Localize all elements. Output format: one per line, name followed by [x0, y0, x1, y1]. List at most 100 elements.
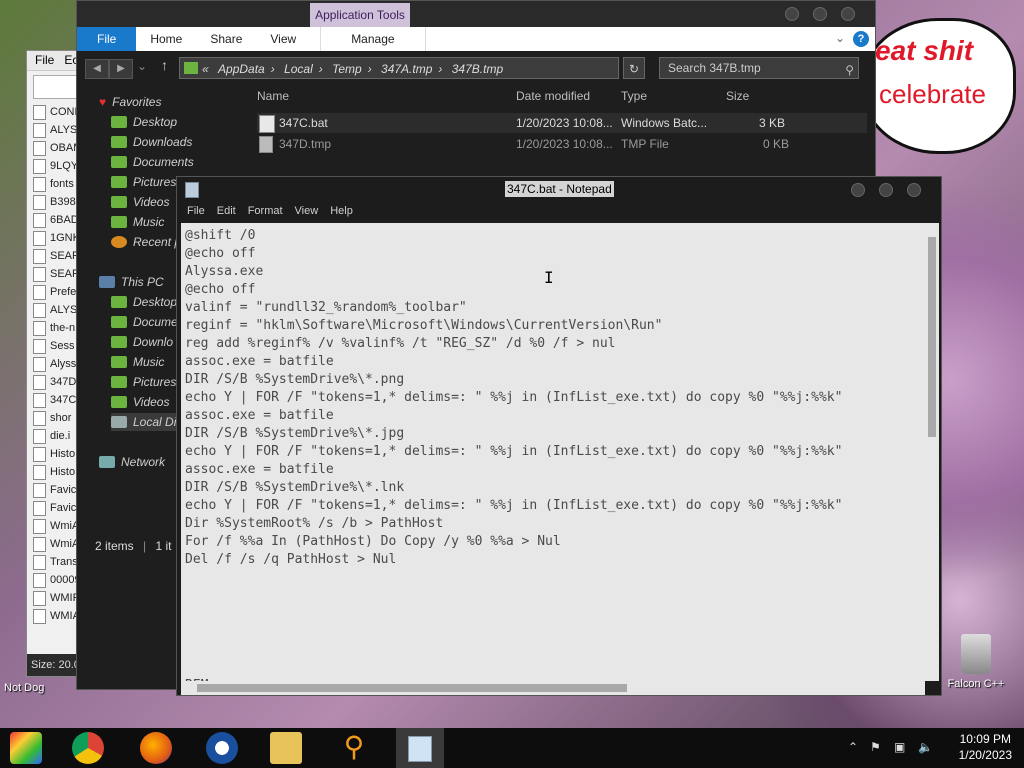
- text-editor[interactable]: @shift /0 @echo off Alyssa.exe @echo off…: [181, 223, 925, 681]
- volume-icon[interactable]: 🔈: [918, 740, 933, 754]
- file-icon: [33, 356, 46, 372]
- nav-pc-downloads[interactable]: Downlo: [111, 333, 173, 351]
- folder-icon: [184, 62, 198, 74]
- search-icon[interactable]: ⚲: [338, 732, 370, 764]
- file-icon: [33, 590, 46, 606]
- nav-videos[interactable]: Videos: [111, 193, 169, 211]
- notepad-taskbar-button[interactable]: [396, 728, 444, 768]
- nav-music[interactable]: Music: [111, 213, 164, 231]
- file-explorer-icon[interactable]: [270, 732, 302, 764]
- scroll-thumb[interactable]: [197, 684, 627, 692]
- menu-view[interactable]: View: [291, 201, 323, 221]
- menu-file[interactable]: File: [183, 201, 209, 221]
- explorer-status: 2 items | 1 it: [95, 539, 172, 553]
- breadcrumb-temp[interactable]: Temp: [332, 62, 362, 76]
- file-row[interactable]: 347D.tmp 1/20/2023 10:08... TMP File 0 K…: [257, 134, 867, 154]
- nav-documents[interactable]: Documents: [111, 153, 194, 171]
- nav-recent[interactable]: Recent p: [111, 233, 181, 251]
- vertical-scrollbar[interactable]: [925, 223, 939, 681]
- nav-pc-videos[interactable]: Videos: [111, 393, 169, 411]
- help-icon[interactable]: ?: [853, 31, 869, 47]
- nav-pc-pictures[interactable]: Pictures: [111, 373, 176, 391]
- search-input[interactable]: Search 347B.tmp ⚲: [659, 57, 859, 79]
- notepad-titlebar[interactable]: 347C.bat - Notepad: [177, 177, 941, 201]
- search-icon: ⚲: [845, 63, 854, 77]
- desktop-icon-falcon[interactable]: Falcon C++: [944, 634, 1008, 690]
- file-row[interactable]: 347C.bat 1/20/2023 10:08... Windows Batc…: [257, 113, 867, 133]
- menu-help[interactable]: Help: [326, 201, 357, 221]
- heart-icon: ♥: [99, 95, 107, 109]
- file-icon: [33, 446, 46, 462]
- refresh-button[interactable]: ↻: [623, 57, 645, 79]
- tab-home[interactable]: Home: [136, 27, 196, 51]
- close-button[interactable]: [841, 7, 855, 21]
- file-icon: [33, 392, 46, 408]
- forward-button[interactable]: ▶: [109, 59, 133, 79]
- desktop-icon: [111, 116, 127, 128]
- nav-favorites[interactable]: ♥ Favorites: [99, 93, 161, 111]
- back-button[interactable]: ◀: [85, 59, 109, 79]
- scroll-thumb[interactable]: [928, 237, 936, 437]
- notepad-icon: [185, 182, 199, 198]
- clock[interactable]: 10:09 PM 1/20/2023: [959, 731, 1012, 763]
- column-date[interactable]: Date modified: [516, 89, 590, 103]
- minimize-button[interactable]: [851, 183, 865, 197]
- downloads-icon: [111, 136, 127, 148]
- computer-icon: [99, 276, 115, 288]
- chevron-up-icon[interactable]: ⌃: [848, 740, 858, 754]
- pictures-icon: [111, 176, 127, 188]
- column-type[interactable]: Type: [621, 89, 647, 103]
- editor-content[interactable]: @shift /0 @echo off Alyssa.exe @echo off…: [181, 223, 925, 681]
- breadcrumb-appdata[interactable]: AppData: [218, 62, 265, 76]
- network-icon[interactable]: ▣: [894, 740, 905, 754]
- menu-edit[interactable]: Edit: [213, 201, 240, 221]
- minimize-button[interactable]: [785, 7, 799, 21]
- up-arrow-icon[interactable]: ↑: [161, 57, 168, 73]
- network-icon: [99, 456, 115, 468]
- desktop-icon: [111, 296, 127, 308]
- tab-view[interactable]: View: [256, 27, 310, 51]
- desktop-icon-not-dog[interactable]: Not Dog: [4, 682, 44, 694]
- nav-pc-music[interactable]: Music: [111, 353, 164, 371]
- nav-pc-desktop[interactable]: Desktop: [111, 293, 177, 311]
- breadcrumb-347a[interactable]: 347A.tmp: [381, 62, 432, 76]
- column-size[interactable]: Size: [726, 89, 749, 103]
- application-tools-label: Application Tools: [310, 3, 410, 27]
- tab-manage[interactable]: Manage: [320, 27, 426, 51]
- explorer-titlebar[interactable]: Application Tools: [77, 1, 875, 27]
- clock-time: 10:09 PM: [959, 732, 1011, 746]
- file-icon: [33, 104, 46, 120]
- breadcrumb-local[interactable]: Local: [284, 62, 313, 76]
- recent-dropdown-icon[interactable]: ⌄: [137, 59, 147, 73]
- flag-icon[interactable]: ⚑: [870, 740, 881, 754]
- chevron-down-icon[interactable]: ⌄: [835, 31, 845, 45]
- maximize-button[interactable]: [813, 7, 827, 21]
- maximize-button[interactable]: [879, 183, 893, 197]
- menu-format[interactable]: Format: [244, 201, 287, 221]
- menu-file[interactable]: File: [35, 53, 54, 68]
- address-bar[interactable]: « AppData › Local › Temp › 347A.tmp › 347B.t…: [179, 57, 619, 79]
- tab-file[interactable]: File: [77, 27, 137, 51]
- chrome-icon[interactable]: [72, 732, 104, 764]
- nav-pc-documents[interactable]: Documer: [111, 313, 182, 331]
- notepad-window[interactable]: 347C.bat - Notepad File Edit Format View…: [176, 176, 942, 696]
- close-button[interactable]: [907, 183, 921, 197]
- nav-pictures[interactable]: Pictures: [111, 173, 176, 191]
- file-icon: [33, 608, 46, 624]
- navigation-bar: ◀ ▶ ⌄ ↑ « AppData › Local › Temp › 347A.tmp…: [77, 51, 875, 85]
- breadcrumb-347b[interactable]: 347B.tmp: [452, 62, 503, 76]
- nav-downloads[interactable]: Downloads: [111, 133, 192, 151]
- music-icon: [111, 216, 127, 228]
- firefox-icon[interactable]: [140, 732, 172, 764]
- meme-image: eat shit celebrate: [860, 18, 1016, 154]
- horizontal-scrollbar[interactable]: [181, 681, 925, 695]
- nav-desktop[interactable]: Desktop: [111, 113, 177, 131]
- obama-logo-icon[interactable]: [206, 732, 238, 764]
- nav-this-pc[interactable]: This PC: [99, 273, 164, 291]
- tab-share[interactable]: Share: [196, 27, 256, 51]
- column-name[interactable]: Name: [257, 89, 289, 103]
- nav-network[interactable]: Network: [99, 453, 165, 471]
- start-button[interactable]: [10, 732, 42, 764]
- text-cursor-icon: I: [544, 268, 554, 287]
- downloads-icon: [111, 336, 127, 348]
